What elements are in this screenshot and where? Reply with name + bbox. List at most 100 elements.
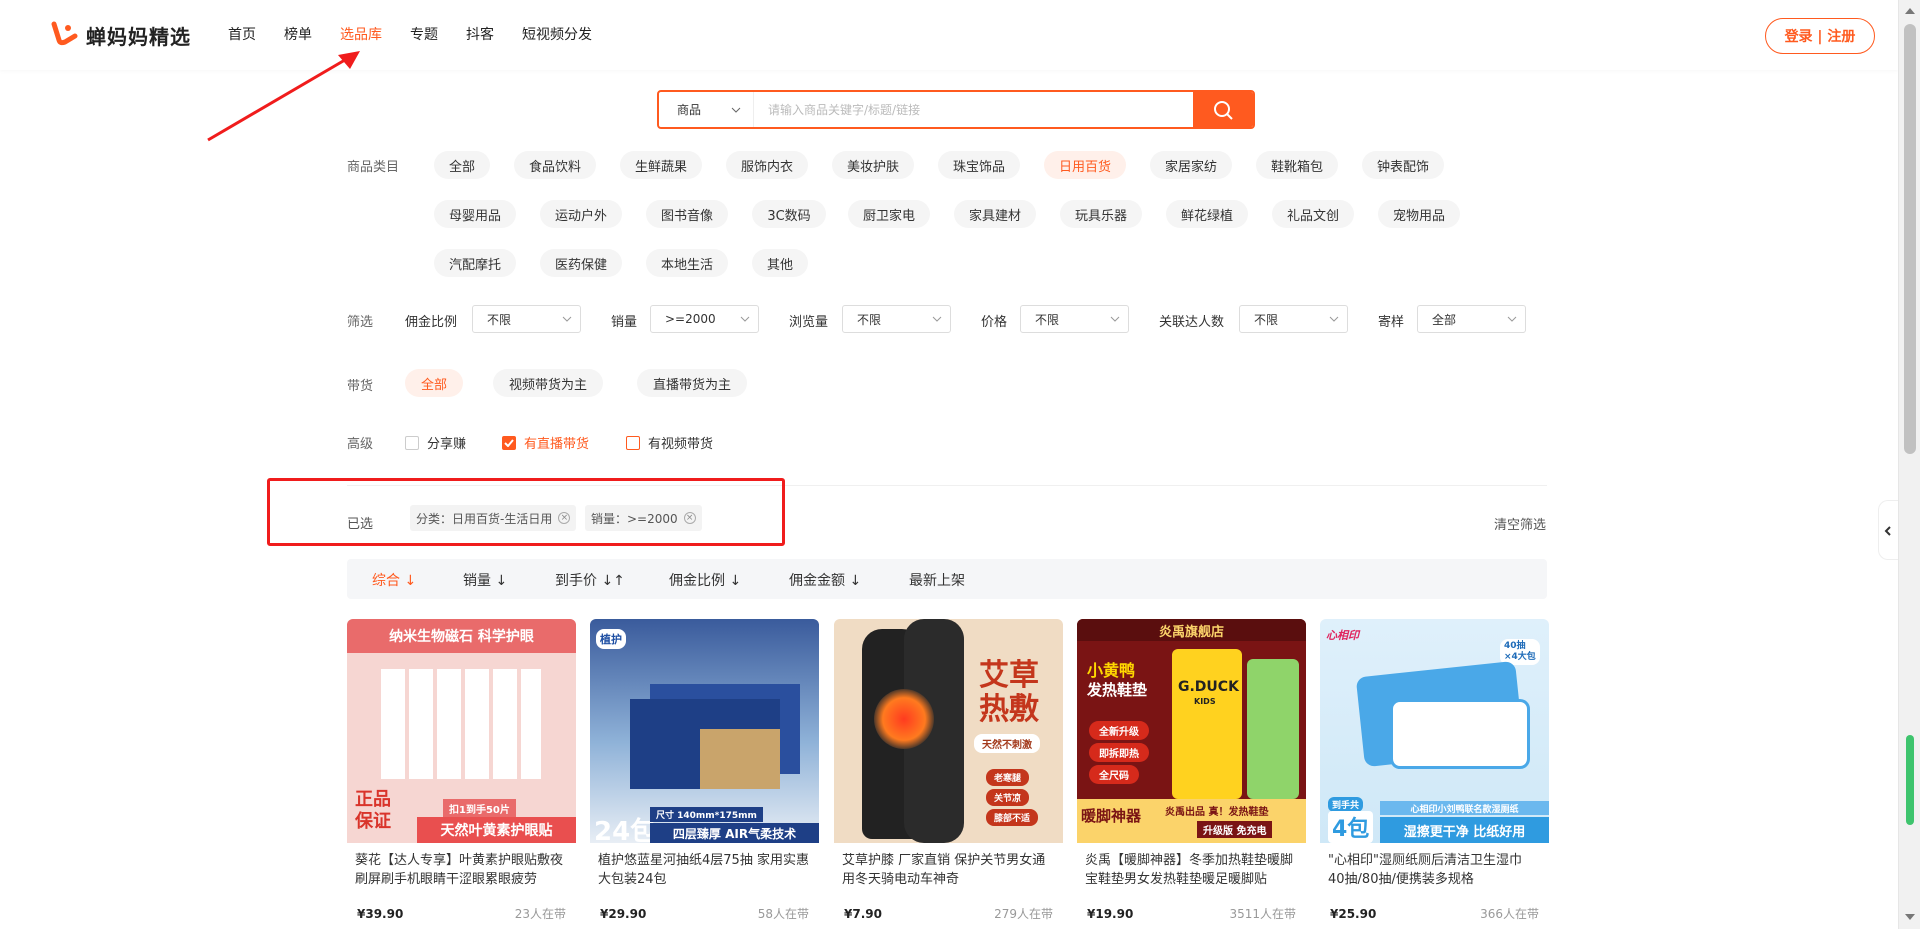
product-title[interactable]: "心相印"湿厕纸厕后清洁卫生湿巾 40抽/80抽/便携装多规格 — [1320, 843, 1549, 889]
category-chip[interactable]: 母婴用品 — [434, 200, 516, 228]
category-chip[interactable]: 鞋靴箱包 — [1256, 151, 1338, 179]
product-image: 艾草 热敷 天然不刺激 老寒腿 关节凉 膝部不适 — [834, 619, 1063, 843]
product-footer: ¥7.90 279人在带 — [844, 905, 1053, 922]
product-title[interactable]: 炎禹【暖脚神器】冬季加热鞋垫暖脚宝鞋垫男女发热鞋垫暖足暖脚贴 — [1077, 843, 1306, 889]
has-live-checkbox[interactable]: 有直播带货 — [502, 433, 589, 452]
category-chip[interactable]: 医药保健 — [540, 249, 622, 277]
sort-option-commission-rate[interactable]: 佣金比例 ↓ — [669, 570, 741, 590]
search-input[interactable] — [754, 92, 1193, 127]
product-card[interactable]: 心相印 40抽 ×4大包 到手共 4包 心相印小刘鸭联名款湿厕纸 湿擦更干净 比… — [1320, 619, 1549, 929]
category-chip[interactable]: 食品饮料 — [514, 151, 596, 179]
category-chip[interactable]: 钟表配饰 — [1362, 151, 1444, 179]
chevron-down-icon — [1110, 316, 1120, 322]
delivery-option-live[interactable]: 直播带货为主 — [637, 369, 748, 397]
product-box-graphic — [700, 729, 780, 789]
brand-logo[interactable]: 蝉妈妈精选 — [48, 20, 191, 50]
checkbox-box — [626, 435, 640, 450]
delivery-option-video[interactable]: 视频带货为主 — [493, 369, 604, 397]
scroll-down-arrow-icon[interactable] — [1905, 914, 1915, 920]
category-chip[interactable]: 美妆护肤 — [832, 151, 914, 179]
nav-item-home[interactable]: 首页 — [228, 24, 256, 44]
views-select[interactable]: 不限 — [842, 305, 951, 333]
category-chip-active[interactable]: 日用百货 — [1044, 151, 1126, 179]
floating-side-indicator[interactable] — [1906, 735, 1914, 825]
nav-item-short-video[interactable]: 短视频分发 — [522, 24, 592, 44]
select-value: 全部 — [1432, 312, 1457, 327]
category-chip[interactable]: 家居家纺 — [1150, 151, 1232, 179]
category-chip[interactable]: 汽配摩托 — [434, 249, 516, 277]
sales-select[interactable]: >=2000 — [650, 305, 759, 333]
sort-bar: 综合 ↓ 销量 ↓ 到手价 ↓↑ 佣金比例 ↓ 佣金金额 ↓ 最新上架 — [347, 559, 1547, 599]
login-register-button[interactable]: 登录 | 注册 — [1765, 18, 1875, 54]
category-chip[interactable]: 其他 — [752, 249, 808, 277]
commission-rate-select[interactable]: 不限 — [472, 305, 581, 333]
product-sellers: 3511人在带 — [1229, 907, 1296, 921]
product-title[interactable]: 葵花【达人专享】叶黄素护眼贴敷夜刷屏刷手机眼睛干涩眼累眼疲劳 — [347, 843, 576, 889]
share-earn-checkbox[interactable]: 分享赚 — [405, 433, 466, 452]
category-chip[interactable]: 运动户外 — [540, 200, 622, 228]
category-chip[interactable]: 服饰内衣 — [726, 151, 808, 179]
product-image: 植护 24包 尺寸 140mm*175mm 四层臻厚 AIR气柔技术 — [590, 619, 819, 843]
product-footer: ¥29.90 58人在带 — [600, 905, 809, 922]
brand-name: 蝉妈妈精选 — [86, 24, 191, 49]
search-category-select[interactable]: 商品 — [659, 92, 754, 127]
nav-item-product-library[interactable]: 选品库 — [340, 24, 382, 44]
nav-item-topics[interactable]: 专题 — [410, 24, 438, 44]
sort-option-newest[interactable]: 最新上架 — [909, 570, 965, 590]
image-count-badge-line: 40抽 — [1504, 641, 1526, 651]
product-title[interactable]: 艾草护膝 厂家直销 保护关节男女通用冬天骑电动车神奇 — [834, 843, 1063, 889]
product-footer: ¥19.90 3511人在带 — [1087, 905, 1296, 922]
search-icon — [1214, 100, 1233, 120]
category-chip[interactable]: 厨卫家电 — [848, 200, 930, 228]
category-chip[interactable]: 图书音像 — [646, 200, 728, 228]
related-creators-select[interactable]: 不限 — [1239, 305, 1348, 333]
category-chip[interactable]: 鲜花绿植 — [1166, 200, 1248, 228]
nav-item-douke[interactable]: 抖客 — [466, 24, 494, 44]
category-chip[interactable]: 玩具乐器 — [1060, 200, 1142, 228]
scroll-up-arrow-icon[interactable] — [1905, 8, 1915, 14]
category-chip[interactable]: 宠物用品 — [1378, 200, 1460, 228]
category-chip[interactable]: 家具建材 — [954, 200, 1036, 228]
sort-option-price[interactable]: 到手价 ↓↑ — [555, 570, 625, 590]
select-value: 不限 — [857, 312, 882, 327]
image-footer: 湿擦更干净 比纸好用 — [1380, 817, 1549, 843]
has-video-checkbox[interactable]: 有视频带货 — [626, 433, 713, 452]
product-card[interactable]: 纳米生物磁石 科学护眼 正品 保证 扣1到手50片 天然叶黄素护眼贴 葵花【达人… — [347, 619, 576, 929]
product-title[interactable]: 植护悠蓝星河抽纸4层75抽 家用实惠大包装24包 — [590, 843, 819, 889]
image-tag: 全新升级 — [1089, 721, 1149, 740]
selected-tag-text: 销量：>=2000 — [591, 511, 678, 526]
delivery-option-all[interactable]: 全部 — [405, 369, 464, 397]
image-tag: 关节凉 — [986, 789, 1030, 806]
category-chip[interactable]: 全部 — [434, 151, 490, 179]
scroll-thumb[interactable] — [1904, 24, 1916, 454]
category-chip[interactable]: 珠宝饰品 — [938, 151, 1020, 179]
image-count: 24包 — [594, 817, 657, 843]
close-icon[interactable]: × — [683, 512, 696, 524]
annotation-arrow — [207, 51, 360, 142]
sort-option-comprehensive[interactable]: 综合 ↓ — [372, 570, 416, 590]
product-card[interactable]: 艾草 热敷 天然不刺激 老寒腿 关节凉 膝部不适 艾草护膝 厂家直销 保护关节男… — [834, 619, 1063, 929]
category-chip[interactable]: 生鲜蔬果 — [620, 151, 702, 179]
category-chip[interactable]: 3C数码 — [752, 200, 826, 228]
sort-option-commission-amount[interactable]: 佣金金额 ↓ — [789, 570, 861, 590]
product-sellers: 23人在带 — [514, 907, 566, 921]
nav-item-rankings[interactable]: 榜单 — [284, 24, 312, 44]
category-chip[interactable]: 本地生活 — [646, 249, 728, 277]
search-button[interactable] — [1193, 92, 1253, 127]
close-icon[interactable]: × — [558, 512, 571, 524]
checkbox-label: 有视频带货 — [648, 437, 714, 452]
sort-option-sales[interactable]: 销量 ↓ — [463, 570, 507, 590]
product-price: ¥29.90 — [600, 907, 647, 921]
sales-label: 销量 — [611, 315, 638, 330]
chevron-down-icon — [932, 316, 942, 322]
image-tag: 膝部不适 — [986, 809, 1039, 826]
product-footer: ¥39.90 23人在带 — [357, 905, 566, 922]
category-chip[interactable]: 礼品文创 — [1272, 200, 1354, 228]
sample-select[interactable]: 全部 — [1417, 305, 1526, 333]
product-card[interactable]: 炎禹旗舰店 小黄鸭 发热鞋垫 全新升级 即拆即热 全尺码 G.DUCK KIDS… — [1077, 619, 1306, 929]
side-collapse-tab[interactable] — [1878, 500, 1898, 560]
product-card[interactable]: 植护 24包 尺寸 140mm*175mm 四层臻厚 AIR气柔技术 植护悠蓝星… — [590, 619, 819, 929]
product-image: 纳米生物磁石 科学护眼 正品 保证 扣1到手50片 天然叶黄素护眼贴 — [347, 619, 576, 843]
price-select[interactable]: 不限 — [1020, 305, 1129, 333]
clear-filters-link[interactable]: 清空筛选 — [1494, 514, 1546, 533]
